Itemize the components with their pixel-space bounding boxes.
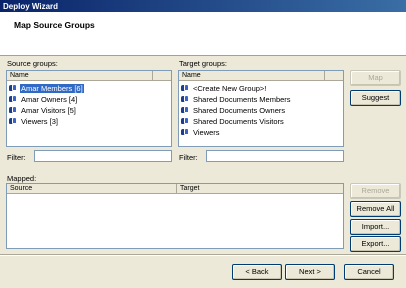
target-filter-input[interactable] xyxy=(206,150,344,162)
source-name-column-header[interactable]: Name xyxy=(7,71,153,81)
target-name-column-header[interactable]: Name xyxy=(179,71,325,81)
map-button[interactable]: Map xyxy=(350,70,401,86)
group-icon xyxy=(9,84,18,92)
source-groups-label: Source groups: xyxy=(7,59,58,68)
cancel-button[interactable]: Cancel xyxy=(344,264,394,280)
group-icon xyxy=(9,95,18,103)
back-button[interactable]: < Back xyxy=(232,264,282,280)
target-blank-column-header xyxy=(325,71,343,81)
suggest-button[interactable]: Suggest xyxy=(350,90,401,106)
source-group-item[interactable]: Amar Members [6] xyxy=(9,82,85,94)
mapped-source-column-header[interactable]: Source xyxy=(7,184,177,194)
remove-button[interactable]: Remove xyxy=(350,183,401,199)
target-group-item[interactable]: <Create New Group>! xyxy=(181,83,267,93)
group-icon xyxy=(181,117,190,125)
target-group-item[interactable]: Shared Documents Owners xyxy=(181,105,286,115)
target-groups-label: Target groups: xyxy=(179,59,227,68)
group-icon xyxy=(9,117,18,125)
next-button[interactable]: Next > xyxy=(285,264,335,280)
import-button[interactable]: Import... xyxy=(350,219,401,235)
target-group-item[interactable]: Viewers xyxy=(181,127,221,137)
target-filter-label: Filter: xyxy=(179,153,198,162)
target-group-item[interactable]: Shared Documents Members xyxy=(181,94,292,104)
window-title: Deploy Wizard xyxy=(0,0,406,12)
bottom-separator xyxy=(0,254,406,256)
source-blank-column-header xyxy=(153,71,171,81)
source-filter-label: Filter: xyxy=(7,153,26,162)
group-icon xyxy=(181,84,190,92)
source-group-item[interactable]: Amar Owners [4] xyxy=(9,94,78,104)
target-groups-list[interactable]: Name <Create New Group>! Shared Document… xyxy=(178,70,344,147)
mapped-label: Mapped: xyxy=(7,174,37,183)
source-groups-list[interactable]: Name Amar Members [6] Amar Owners [4] Am… xyxy=(6,70,172,147)
group-icon xyxy=(181,95,190,103)
group-icon xyxy=(9,106,18,114)
mapped-target-column-header[interactable]: Target xyxy=(177,184,343,194)
export-button[interactable]: Export... xyxy=(350,236,401,252)
target-group-item[interactable]: Shared Documents Visitors xyxy=(181,116,285,126)
source-filter-input[interactable] xyxy=(34,150,172,162)
source-group-item[interactable]: Amar Visitors [5] xyxy=(9,105,77,115)
page-title: Map Source Groups xyxy=(14,20,95,30)
source-group-item[interactable]: Viewers [3] xyxy=(9,116,59,126)
remove-all-button[interactable]: Remove All xyxy=(350,201,401,217)
group-icon xyxy=(181,106,190,114)
mapped-list[interactable]: Source Target xyxy=(6,183,344,249)
group-icon xyxy=(181,128,190,136)
wizard-header: Map Source Groups xyxy=(0,12,406,56)
